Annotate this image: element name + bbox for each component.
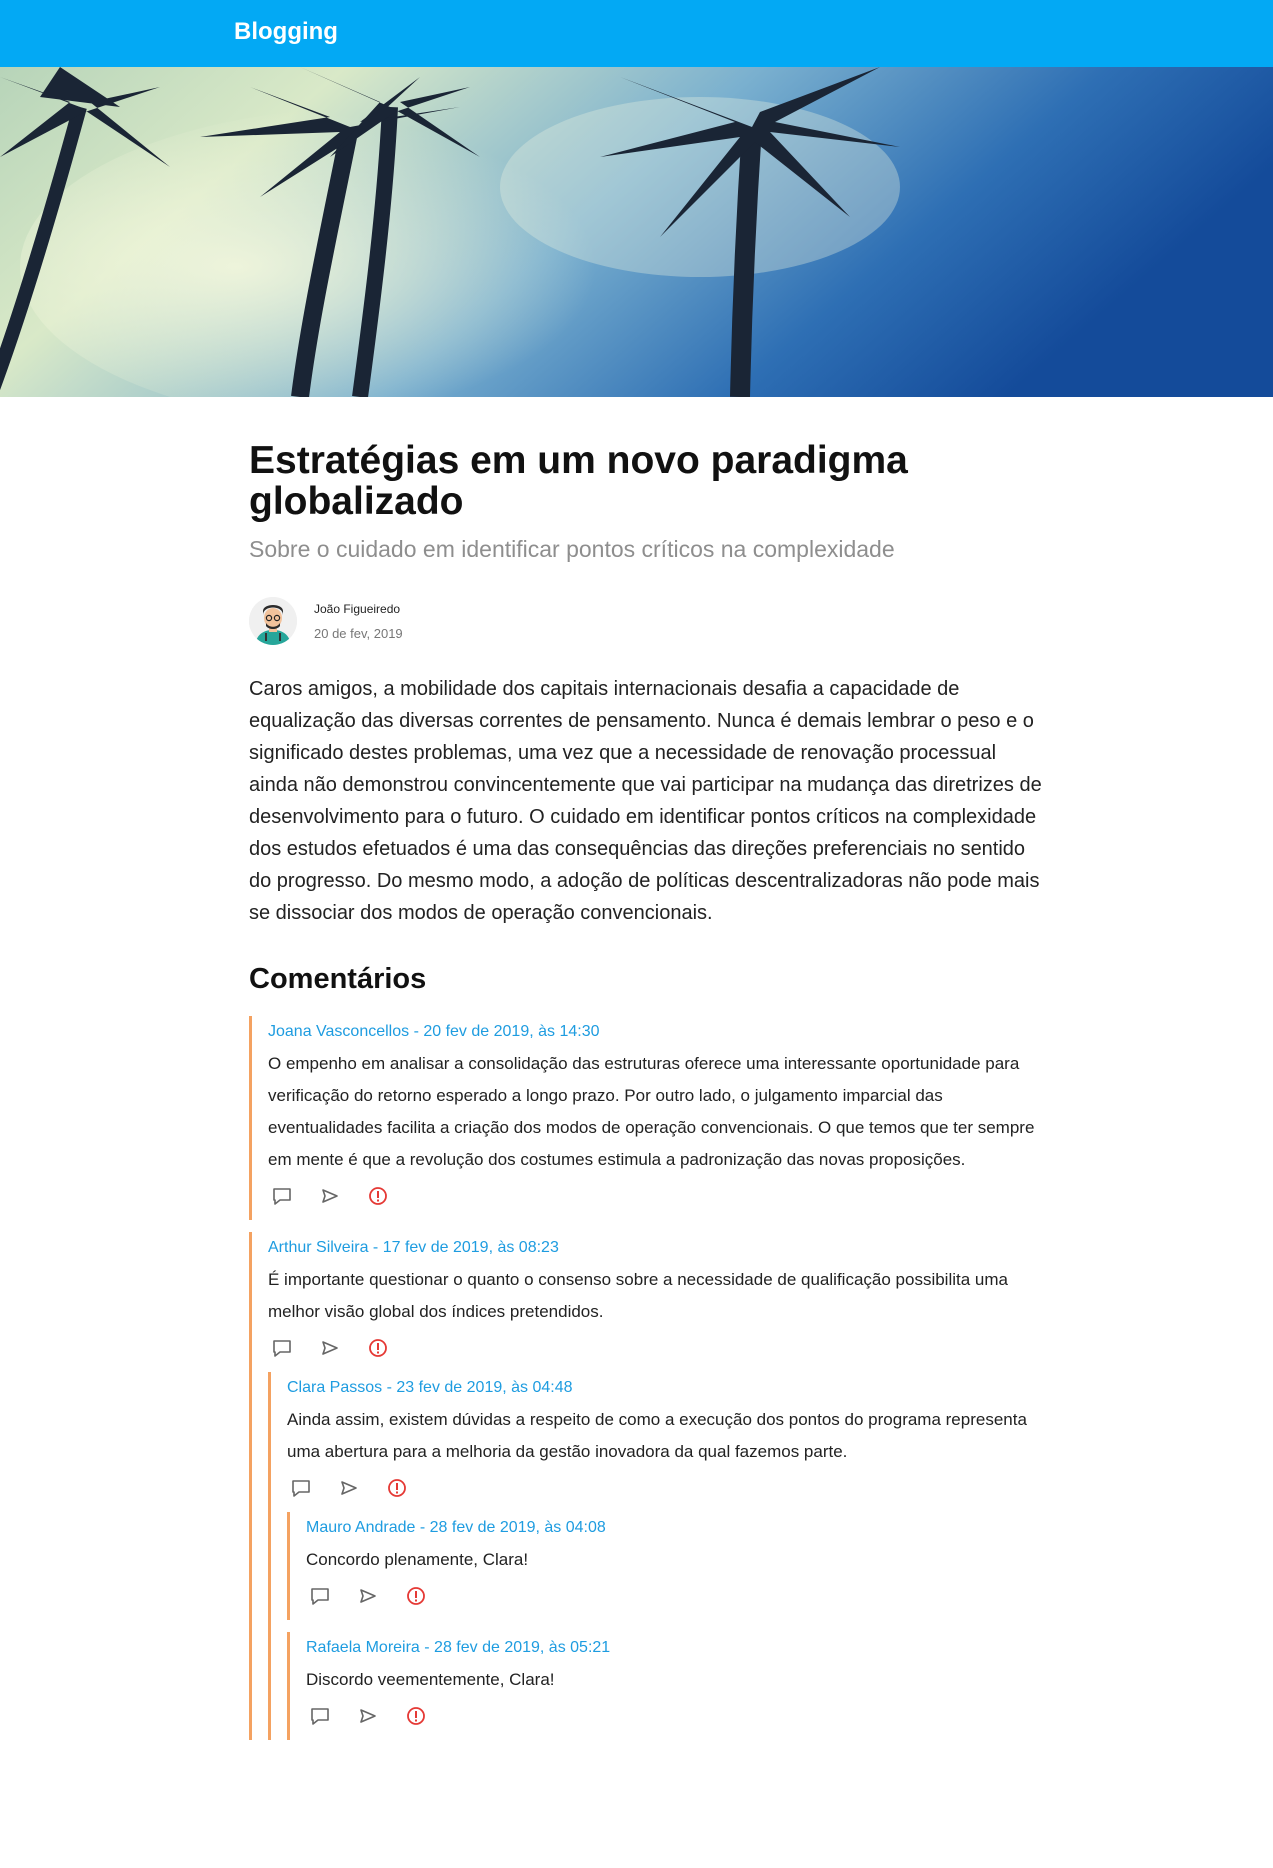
report-button[interactable] bbox=[402, 1584, 430, 1612]
share-button[interactable] bbox=[354, 1584, 382, 1612]
comment-actions bbox=[306, 1576, 1044, 1620]
comment-text: Ainda assim, existem dúvidas a respeito … bbox=[287, 1410, 1027, 1461]
alert-circle-icon bbox=[406, 1586, 426, 1611]
reply-button[interactable] bbox=[268, 1336, 296, 1364]
report-button[interactable] bbox=[383, 1476, 411, 1504]
report-button[interactable] bbox=[402, 1704, 430, 1732]
author-name[interactable]: João Figueiredo bbox=[314, 602, 403, 616]
article-body: Caros amigos, a mobilidade dos capitais … bbox=[249, 678, 1042, 924]
report-button[interactable] bbox=[364, 1336, 392, 1364]
comment-actions bbox=[306, 1696, 1044, 1740]
send-icon bbox=[320, 1338, 340, 1363]
article-title: Estratégias em um novo paradigma globali… bbox=[249, 439, 908, 523]
share-button[interactable] bbox=[335, 1476, 363, 1504]
comment-actions bbox=[268, 1328, 1044, 1372]
brand-logo[interactable]: Blogging bbox=[234, 18, 338, 46]
comments-list: Joana Vasconcellos - 20 fev de 2019, às … bbox=[249, 1016, 1044, 1740]
comment-replies: Clara Passos - 23 fev de 2019, às 04:48 A… bbox=[268, 1372, 1044, 1740]
send-icon bbox=[339, 1478, 359, 1503]
comment-text: Discordo veementemente, Clara! bbox=[306, 1670, 555, 1689]
author-avatar[interactable] bbox=[249, 597, 297, 645]
comment-author-date[interactable]: Clara Passos - 23 fev de 2019, às 04:48 bbox=[287, 1372, 1044, 1398]
comment-author-date[interactable]: Arthur Silveira - 17 fev de 2019, às 08:… bbox=[268, 1232, 1044, 1258]
comments-heading: Comentários bbox=[249, 963, 427, 995]
comment-text: O empenho em analisar a consolidação das… bbox=[268, 1054, 1035, 1169]
comment: Arthur Silveira - 17 fev de 2019, às 08:… bbox=[249, 1232, 1044, 1740]
reply-button[interactable] bbox=[306, 1584, 334, 1612]
comment-replies: Mauro Andrade - 28 fev de 2019, às 04:08… bbox=[287, 1512, 1044, 1740]
alert-circle-icon bbox=[387, 1478, 407, 1503]
comment-icon bbox=[310, 1586, 330, 1611]
comment: Rafaela Moreira - 28 fev de 2019, às 05:… bbox=[287, 1632, 1044, 1740]
comment-author-date[interactable]: Mauro Andrade - 28 fev de 2019, às 04:08 bbox=[306, 1512, 1044, 1538]
send-icon bbox=[358, 1586, 378, 1611]
send-icon bbox=[320, 1186, 340, 1211]
comment: Mauro Andrade - 28 fev de 2019, às 04:08… bbox=[287, 1512, 1044, 1620]
author-info: João Figueiredo 20 de fev, 2019 bbox=[249, 597, 1044, 645]
comment-author-date[interactable]: Joana Vasconcellos - 20 fev de 2019, às … bbox=[268, 1016, 1044, 1042]
comment-actions bbox=[287, 1468, 1044, 1512]
comment-icon bbox=[272, 1338, 292, 1363]
share-button[interactable] bbox=[316, 1336, 344, 1364]
comment-actions bbox=[268, 1176, 1044, 1220]
share-button[interactable] bbox=[354, 1704, 382, 1732]
comment-icon bbox=[310, 1706, 330, 1731]
reply-button[interactable] bbox=[287, 1476, 315, 1504]
comment: Clara Passos - 23 fev de 2019, às 04:48 A… bbox=[268, 1372, 1044, 1740]
comment-icon bbox=[272, 1186, 292, 1211]
comment: Joana Vasconcellos - 20 fev de 2019, às … bbox=[249, 1016, 1044, 1220]
comment-text: Concordo plenamente, Clara! bbox=[306, 1550, 529, 1569]
article: Estratégias em um novo paradigma globali… bbox=[249, 440, 1044, 1740]
post-date: 20 de fev, 2019 bbox=[314, 625, 403, 641]
alert-circle-icon bbox=[406, 1706, 426, 1731]
comment-icon bbox=[291, 1478, 311, 1503]
article-subtitle: Sobre o cuidado em identificar pontos cr… bbox=[249, 536, 895, 562]
hero-image bbox=[0, 67, 1273, 397]
comment-author-date[interactable]: Rafaela Moreira - 28 fev de 2019, às 05:… bbox=[306, 1632, 1044, 1658]
alert-circle-icon bbox=[368, 1186, 388, 1211]
author-meta: João Figueiredo 20 de fev, 2019 bbox=[314, 602, 403, 641]
reply-button[interactable] bbox=[268, 1184, 296, 1212]
send-icon bbox=[358, 1706, 378, 1731]
alert-circle-icon bbox=[368, 1338, 388, 1363]
report-button[interactable] bbox=[364, 1184, 392, 1212]
reply-button[interactable] bbox=[306, 1704, 334, 1732]
top-navigation-bar: Blogging bbox=[0, 0, 1273, 67]
share-button[interactable] bbox=[316, 1184, 344, 1212]
comment-text: É importante questionar o quanto o conse… bbox=[268, 1270, 1008, 1321]
